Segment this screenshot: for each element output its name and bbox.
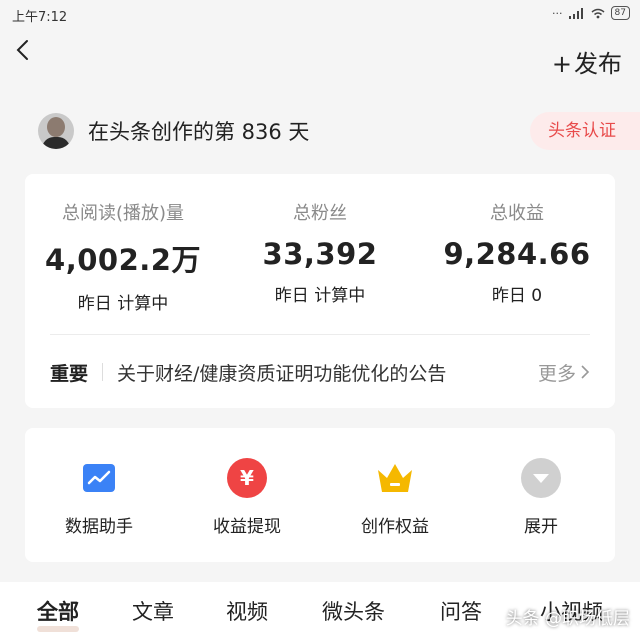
more-label: 更多 [537, 362, 576, 385]
publish-button[interactable]: +发布 [552, 44, 622, 79]
tab-videos[interactable]: 视频 [226, 582, 268, 626]
signal-icon [568, 7, 583, 19]
stat-sub: 昨日 计算中 [77, 294, 169, 314]
tab-articles[interactable]: 文章 [132, 582, 174, 626]
plus-icon: + [551, 50, 572, 78]
stat-total-fans[interactable]: 总粉丝 33,392 昨日 计算中 [222, 174, 418, 306]
divider [50, 334, 590, 335]
notice-tag: 重要 [50, 362, 89, 385]
stat-label: 总阅读(播放)量 [61, 203, 185, 224]
stat-label: 总粉丝 [293, 203, 347, 224]
tab-micro-headlines[interactable]: 微头条 [322, 582, 385, 626]
stat-total-earnings[interactable]: 总收益 9,284.66 昨日 0 [419, 174, 615, 306]
notice-separator [102, 363, 104, 381]
tool-label: 创作权益 [361, 517, 429, 537]
wifi-icon [591, 8, 605, 18]
battery-icon: 87 [610, 6, 630, 20]
chevron-right-icon [581, 365, 590, 379]
chevron-left-icon [16, 40, 28, 60]
back-button[interactable] [12, 36, 36, 64]
tool-expand[interactable]: 展开 [471, 458, 611, 537]
more-link[interactable]: 更多 [538, 359, 590, 386]
stat-sub: 昨日 计算中 [274, 286, 366, 306]
stat-total-reads[interactable]: 总阅读(播放)量 4,002.2万 昨日 计算中 [25, 174, 221, 314]
tool-creator-rights[interactable]: 创作权益 [325, 458, 465, 537]
tool-label: 数据助手 [65, 517, 133, 537]
tool-data-assistant[interactable]: 数据助手 [29, 458, 169, 537]
stat-value: 9,284.66 [443, 237, 591, 271]
avatar[interactable] [38, 113, 74, 149]
tab-label: 视频 [226, 600, 268, 624]
stat-label: 总收益 [490, 203, 544, 224]
stats-card: 总阅读(播放)量 4,002.2万 昨日 计算中 总粉丝 33,392 昨日 计… [25, 174, 615, 408]
stat-sub: 昨日 0 [491, 286, 543, 306]
notice-row[interactable]: 重要 关于财经/健康资质证明功能优化的公告 更多 [50, 354, 590, 390]
svg-text:¥: ¥ [240, 466, 254, 490]
status-bar: 上午7:12 ··· 87 [0, 0, 640, 28]
tab-all[interactable]: 全部 [37, 582, 79, 632]
tab-qa[interactable]: 问答 [440, 582, 482, 626]
notice-text[interactable]: 关于财经/健康资质证明功能优化的公告 [117, 359, 538, 386]
tab-label: 问答 [440, 600, 482, 624]
yuan-icon: ¥ [227, 458, 267, 498]
creation-days-text: 在头条创作的第 836 天 [88, 120, 310, 144]
publish-label: 发布 [574, 50, 622, 78]
stat-value: 4,002.2万 [45, 243, 201, 277]
status-icons: ··· 87 [552, 6, 630, 20]
status-time: 上午7:12 [12, 10, 68, 25]
tool-label: 收益提现 [213, 517, 281, 537]
stat-value: 33,392 [262, 237, 378, 271]
tab-label: 微头条 [322, 600, 385, 624]
tab-label: 文章 [132, 600, 174, 624]
tools-card: 数据助手 ¥ 收益提现 创作权益 展开 [25, 428, 615, 562]
active-tab-indicator [37, 626, 79, 632]
watermark: 头条 @职场低层 [505, 609, 630, 629]
tool-label: 展开 [524, 517, 558, 537]
profile-row[interactable]: 在头条创作的第 836 天 [38, 112, 309, 150]
expand-icon [521, 458, 561, 498]
verification-badge[interactable]: 头条认证 [530, 112, 640, 150]
chart-icon [79, 458, 119, 498]
tab-label: 全部 [37, 600, 79, 624]
dots-icon: ··· [552, 6, 563, 20]
crown-icon [375, 458, 415, 498]
tool-earnings-withdraw[interactable]: ¥ 收益提现 [177, 458, 317, 537]
